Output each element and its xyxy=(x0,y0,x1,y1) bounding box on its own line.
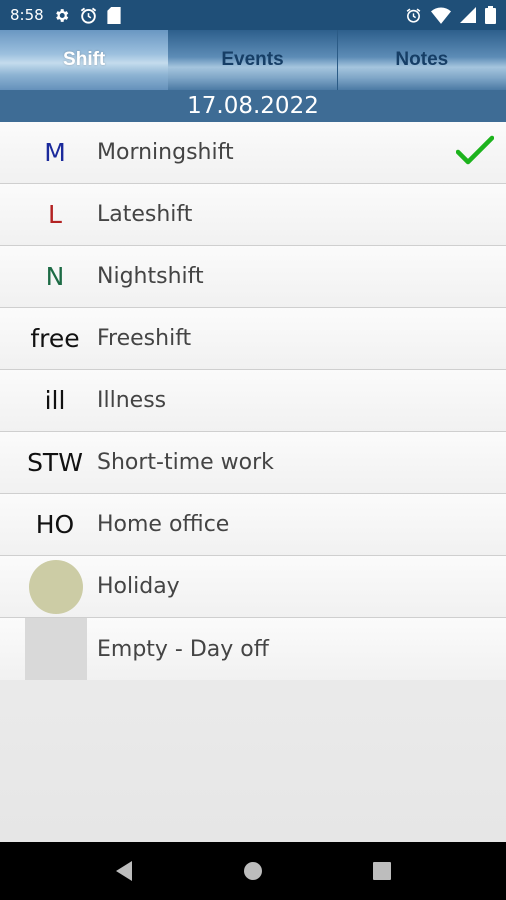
shift-row-home-office[interactable]: HO Home office xyxy=(0,494,506,556)
tab-notes[interactable]: Notes xyxy=(336,30,506,90)
date-header: 17.08.2022 xyxy=(0,90,506,122)
shift-row-nightshift[interactable]: N Nightshift xyxy=(0,246,506,308)
shift-label: Morningshift xyxy=(97,140,234,165)
shift-label: Empty - Day off xyxy=(97,636,269,662)
shift-code: L xyxy=(48,200,62,229)
status-left: 8:58 xyxy=(10,6,121,25)
tab-bar: Shift Events Notes xyxy=(0,30,506,90)
status-bar: 8:58 xyxy=(0,0,506,30)
status-time: 8:58 xyxy=(10,6,44,24)
holiday-marker xyxy=(29,560,83,614)
shift-label: Holiday xyxy=(97,574,180,599)
battery-icon xyxy=(485,6,496,24)
shift-label: Freeshift xyxy=(97,326,192,351)
shift-row-freeshift[interactable]: free Freeshift xyxy=(0,308,506,370)
shift-label: Nightshift xyxy=(97,264,204,289)
empty-marker xyxy=(25,618,87,680)
tab-shift[interactable]: Shift xyxy=(0,30,169,90)
alarm-icon xyxy=(79,6,98,25)
shift-code: ill xyxy=(44,386,66,415)
home-icon[interactable] xyxy=(233,851,273,891)
shift-label: Illness xyxy=(97,388,167,413)
status-right xyxy=(405,6,496,24)
shift-code: STW xyxy=(27,448,83,477)
shift-label: Short-time work xyxy=(97,450,274,475)
recents-icon[interactable] xyxy=(362,851,402,891)
shift-code: free xyxy=(30,324,80,353)
shift-label: Lateshift xyxy=(97,202,193,227)
shift-row-short-time-work[interactable]: STW Short-time work xyxy=(0,432,506,494)
shift-label: Home office xyxy=(97,512,230,537)
shift-code: HO xyxy=(35,510,75,539)
alarm-icon xyxy=(405,7,422,24)
shift-row-illness[interactable]: ill Illness xyxy=(0,370,506,432)
shift-row-day-off[interactable]: Empty - Day off xyxy=(0,618,506,680)
sd-card-icon xyxy=(107,6,121,24)
gear-icon xyxy=(53,7,70,24)
back-icon[interactable] xyxy=(104,851,144,891)
shift-row-holiday[interactable]: Holiday xyxy=(0,556,506,618)
shift-row-lateshift[interactable]: L Lateshift xyxy=(0,184,506,246)
signal-icon xyxy=(460,7,476,23)
tab-events[interactable]: Events xyxy=(168,30,337,90)
shift-list: M Morningshift L Lateshift N Nightshift … xyxy=(0,122,506,680)
shift-code: M xyxy=(44,138,66,167)
navigation-bar xyxy=(0,842,506,900)
wifi-icon xyxy=(431,7,451,24)
checkmark-icon xyxy=(455,135,495,172)
shift-code: N xyxy=(45,262,65,291)
shift-row-morningshift[interactable]: M Morningshift xyxy=(0,122,506,184)
